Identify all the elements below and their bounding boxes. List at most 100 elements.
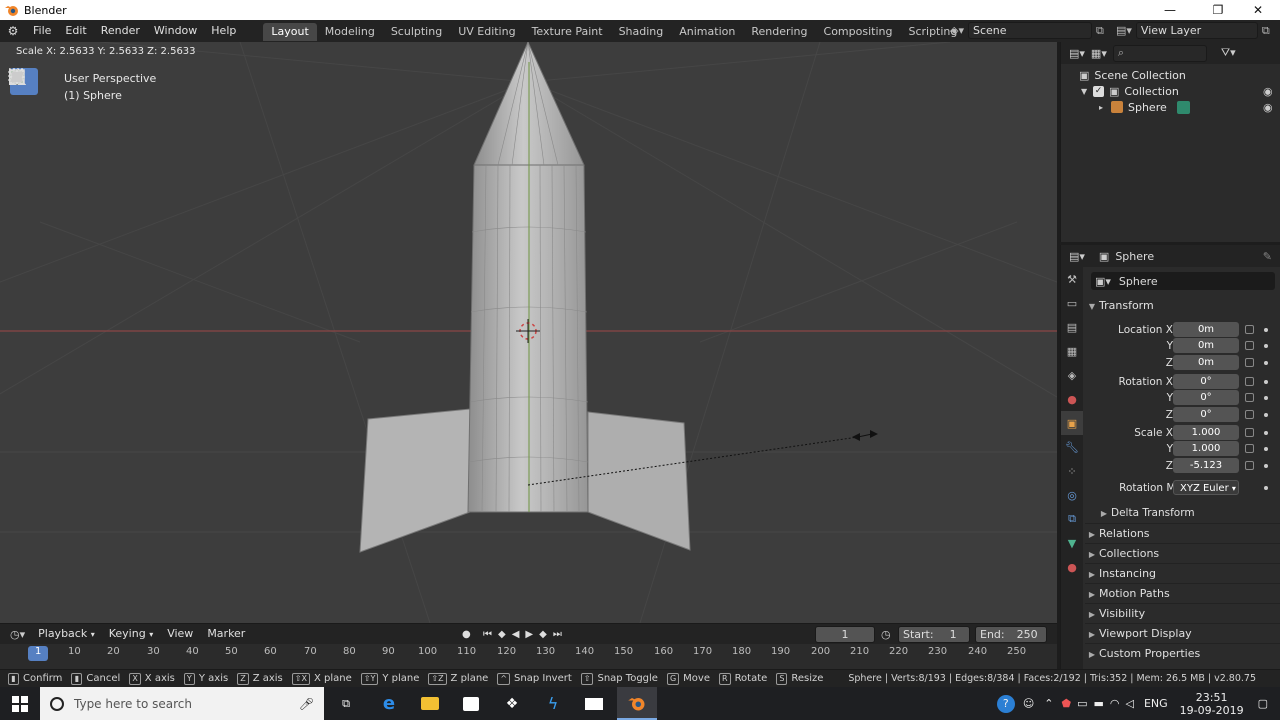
transform-tool[interactable] bbox=[10, 70, 38, 246]
tab-rendering[interactable]: Rendering bbox=[743, 23, 815, 41]
jump-start-icon[interactable]: ⏮ bbox=[483, 629, 492, 640]
minimize-icon[interactable]: — bbox=[1148, 0, 1192, 20]
spin-tool[interactable] bbox=[10, 69, 38, 519]
security-icon[interactable]: ⬟ bbox=[1062, 697, 1072, 710]
keyframe-dot-icon[interactable] bbox=[1264, 464, 1268, 468]
lock-icon[interactable] bbox=[1245, 461, 1254, 470]
rotation-x-field[interactable]: 0° bbox=[1173, 374, 1239, 389]
location-z-field[interactable]: 0m bbox=[1173, 355, 1239, 370]
task-view-icon[interactable]: ⧉ bbox=[326, 687, 366, 720]
network-icon[interactable]: ◠ bbox=[1110, 697, 1120, 710]
help-icon[interactable]: ? bbox=[996, 694, 1015, 713]
play-icon[interactable]: ▶ bbox=[525, 629, 533, 640]
keyframe-dot-icon[interactable] bbox=[1264, 328, 1268, 332]
lock-icon[interactable] bbox=[1245, 325, 1254, 334]
collection-checkbox[interactable]: ✓ bbox=[1093, 85, 1104, 97]
playback-menu[interactable]: Playback ▾ bbox=[31, 623, 102, 646]
taskbar-search[interactable]: Type here to search 🎤︎ bbox=[40, 687, 324, 720]
shrink-fatten-tool[interactable] bbox=[10, 70, 38, 606]
transform-section-header[interactable]: ▼ Transform bbox=[1085, 296, 1280, 316]
cursor-tool[interactable] bbox=[9, 69, 38, 124]
view-layer-icon[interactable]: ▤▾ bbox=[1116, 24, 1132, 37]
object-name-field[interactable]: ▣▾ Sphere bbox=[1091, 272, 1275, 290]
outliner-row-sphere[interactable]: ▸ Sphere ◉ bbox=[1061, 99, 1280, 115]
menu-help[interactable]: Help bbox=[204, 20, 243, 42]
blender-menu-icon[interactable]: ⚙ bbox=[0, 24, 26, 38]
tray-expand-icon[interactable]: ⌃ bbox=[1044, 697, 1053, 710]
microphone-icon[interactable]: 🎤︎ bbox=[299, 697, 314, 711]
tab-output[interactable]: ▤ bbox=[1061, 315, 1083, 339]
shear-tool[interactable] bbox=[10, 72, 38, 623]
rotate-tool[interactable] bbox=[10, 70, 38, 188]
view-menu[interactable]: View bbox=[160, 623, 200, 645]
outliner-row-scene-collection[interactable]: ▣ Scene Collection bbox=[1061, 67, 1280, 83]
restore-icon[interactable]: ❐ bbox=[1196, 0, 1240, 20]
inset-tool[interactable] bbox=[10, 70, 38, 374]
keyframe-dot-icon[interactable] bbox=[1264, 447, 1268, 451]
new-scene-icon[interactable]: ⧉ bbox=[1096, 24, 1104, 38]
sphere-visibility-icon[interactable]: ◉ bbox=[1263, 101, 1273, 114]
edge-browser-icon[interactable]: e bbox=[369, 687, 409, 720]
add-cube-tool[interactable] bbox=[9, 70, 38, 345]
rotation-y-field[interactable]: 0° bbox=[1173, 390, 1239, 405]
tab-view-layer[interactable]: ▦ bbox=[1061, 339, 1083, 363]
menu-window[interactable]: Window bbox=[147, 20, 204, 42]
marker-menu[interactable]: Marker bbox=[200, 623, 252, 645]
collections-section[interactable]: ▶ Collections bbox=[1085, 543, 1280, 563]
jump-end-icon[interactable]: ⏭ bbox=[553, 629, 562, 640]
knife-tool[interactable] bbox=[10, 70, 38, 461]
mail-icon[interactable] bbox=[574, 687, 614, 720]
view-layer-selector[interactable]: View Layer bbox=[1135, 22, 1258, 39]
app-tray-icon[interactable]: ▭ bbox=[1077, 697, 1087, 710]
volume-icon[interactable]: ◁ bbox=[1125, 697, 1133, 710]
scale-z-field[interactable]: -5.123 bbox=[1173, 458, 1239, 473]
outliner-search-input[interactable]: ⌕ bbox=[1112, 44, 1207, 62]
properties-editor-icon[interactable]: ▤▾ bbox=[1069, 250, 1085, 263]
tab-constraints[interactable]: ⧉ bbox=[1061, 507, 1083, 531]
tab-modifiers[interactable]: 🔧︎ bbox=[1061, 435, 1083, 459]
instancing-section[interactable]: ▶ Instancing bbox=[1085, 563, 1280, 583]
lock-icon[interactable] bbox=[1245, 428, 1254, 437]
annotate-tool[interactable] bbox=[10, 69, 38, 281]
battery-icon[interactable]: ▬ bbox=[1093, 697, 1103, 710]
move-tool[interactable] bbox=[9, 69, 38, 159]
display-mode-icon[interactable]: ▦▾ bbox=[1091, 47, 1107, 60]
expand-sphere-icon[interactable]: ▸ bbox=[1099, 103, 1111, 112]
lock-icon[interactable] bbox=[1245, 393, 1254, 402]
timeline-ruler[interactable]: 1 10 20 30 40 50 60 70 80 90 100 110 120… bbox=[0, 646, 1057, 662]
scale-x-field[interactable]: 1.000 bbox=[1173, 425, 1239, 440]
relations-section[interactable]: ▶ Relations bbox=[1085, 523, 1280, 543]
filter-icon[interactable]: ⛛▾ bbox=[1221, 46, 1236, 60]
editor-type-icon[interactable]: ▤▾ bbox=[1069, 47, 1085, 60]
prev-keyframe-icon[interactable]: ◆ bbox=[498, 629, 506, 640]
bevel-tool[interactable] bbox=[10, 70, 38, 403]
language-indicator[interactable]: ENG bbox=[1144, 697, 1168, 710]
keyframe-dot-icon[interactable] bbox=[1264, 486, 1268, 490]
tab-data[interactable]: ▼ bbox=[1061, 531, 1083, 555]
tab-object[interactable]: ▣ bbox=[1061, 411, 1083, 435]
outliner-row-collection[interactable]: ▼ ✓ ▣ Collection ◉ bbox=[1061, 83, 1280, 99]
tab-tool[interactable]: ⚒ bbox=[1061, 267, 1083, 291]
tab-uv-editing[interactable]: UV Editing bbox=[450, 23, 523, 41]
tab-animation[interactable]: Animation bbox=[671, 23, 743, 41]
record-icon[interactable]: ● bbox=[462, 629, 471, 640]
expand-collection-icon[interactable]: ▼ bbox=[1081, 87, 1093, 96]
delta-transform-header[interactable]: ▶ Delta Transform bbox=[1085, 503, 1280, 523]
notification-icon[interactable]: ▢ bbox=[1258, 697, 1268, 710]
scale-tool[interactable] bbox=[9, 69, 38, 217]
current-frame-field[interactable]: 1 bbox=[815, 625, 875, 643]
visibility-section[interactable]: ▶ Visibility bbox=[1085, 603, 1280, 623]
dropbox-icon[interactable]: ❖ bbox=[492, 687, 532, 720]
keyframe-dot-icon[interactable] bbox=[1264, 380, 1268, 384]
keyframe-dot-icon[interactable] bbox=[1264, 413, 1268, 417]
menu-file[interactable]: File bbox=[26, 20, 58, 42]
menu-edit[interactable]: Edit bbox=[58, 20, 93, 42]
tab-particles[interactable]: ⁘ bbox=[1061, 459, 1083, 483]
lock-icon[interactable] bbox=[1245, 377, 1254, 386]
lock-icon[interactable] bbox=[1245, 444, 1254, 453]
play-reverse-icon[interactable]: ◀ bbox=[512, 629, 520, 640]
timeline-editor-icon[interactable]: ◷▾ bbox=[0, 628, 31, 641]
measure-tool[interactable] bbox=[9, 68, 38, 310]
collection-visibility-icon[interactable]: ◉ bbox=[1263, 85, 1273, 98]
lock-icon[interactable] bbox=[1245, 341, 1254, 350]
